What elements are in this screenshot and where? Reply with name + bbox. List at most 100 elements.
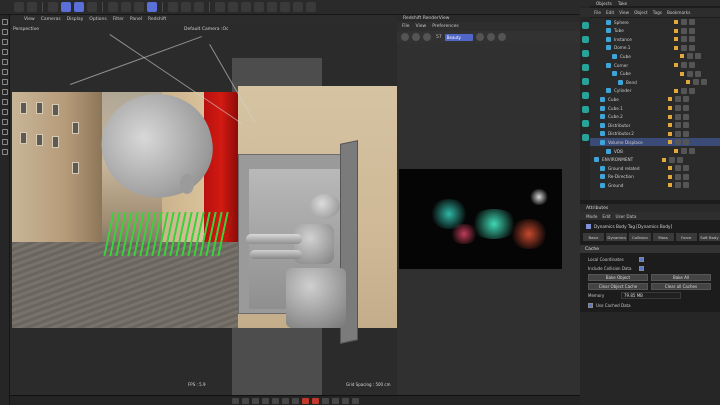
tag-icon[interactable]	[683, 165, 689, 172]
tag-icon[interactable]	[683, 96, 689, 103]
axis-mode-icon[interactable]	[1, 79, 8, 85]
tag-icon[interactable]	[675, 182, 681, 189]
move-tool-icon[interactable]	[61, 2, 71, 12]
magnet-icon[interactable]	[1, 149, 8, 155]
z-axis-icon[interactable]	[134, 2, 144, 12]
tag-icon[interactable]	[689, 148, 695, 154]
rotate-tool-icon[interactable]	[87, 2, 97, 12]
tag-icon[interactable]	[681, 19, 687, 25]
previous-frame-icon[interactable]	[251, 397, 259, 404]
object-row[interactable]: Bend	[590, 78, 720, 86]
tag-icon[interactable]	[681, 36, 687, 43]
rotation-key-icon[interactable]	[341, 397, 349, 404]
edges-mode-icon[interactable]	[1, 59, 8, 65]
record-icon[interactable]	[301, 397, 309, 404]
autokey-icon[interactable]	[311, 397, 319, 404]
layer-color-icon[interactable]	[674, 20, 678, 24]
tab-soft-body[interactable]: Soft Body	[698, 233, 720, 241]
tag-icon[interactable]	[681, 62, 687, 68]
object-row[interactable]: Tube	[590, 27, 720, 35]
floor-icon[interactable]	[280, 2, 290, 12]
object-row[interactable]: Distributor	[590, 121, 720, 129]
menu-display[interactable]: Display	[67, 17, 84, 22]
tag-icon[interactable]	[687, 53, 693, 60]
layer-color-icon[interactable]	[668, 114, 672, 119]
stop-render-icon[interactable]	[401, 33, 409, 41]
menu-filter[interactable]: Filter	[113, 17, 124, 22]
tag-icon[interactable]	[689, 36, 695, 43]
object-row[interactable]: Re-Direction	[590, 173, 720, 181]
tag-icon[interactable]	[681, 27, 687, 34]
render-view-icon[interactable]	[168, 2, 178, 12]
tag-icon[interactable]	[689, 62, 695, 68]
attr-menu-userdata[interactable]: User Data	[616, 214, 637, 219]
tab-dynamics[interactable]: Dynamics	[606, 233, 628, 241]
tab-force[interactable]: Force	[675, 233, 697, 241]
tag-icon[interactable]	[683, 139, 689, 146]
save-icon[interactable]	[486, 33, 495, 41]
object-row[interactable]: Sphere	[590, 18, 720, 26]
go-to-start-icon[interactable]	[231, 397, 239, 404]
use-cached-checkbox[interactable]	[588, 302, 593, 308]
polygons-mode-icon[interactable]	[1, 69, 8, 75]
tag-icon[interactable]	[683, 182, 689, 189]
object-row[interactable]: Cube.2	[590, 113, 720, 121]
layer-color-icon[interactable]	[674, 88, 678, 93]
tag-icon[interactable]	[683, 113, 689, 120]
tag-icon[interactable]	[581, 134, 589, 141]
tag-icon[interactable]	[681, 44, 687, 51]
layer-color-icon[interactable]	[668, 140, 672, 145]
volume-icon[interactable]	[581, 120, 589, 127]
tag-icon[interactable]	[701, 79, 707, 86]
next-key-icon[interactable]	[281, 397, 289, 404]
subdivision-icon[interactable]	[241, 2, 251, 12]
scale-key-icon[interactable]	[351, 397, 359, 404]
start-render-icon[interactable]	[412, 33, 420, 41]
tag-icon[interactable]	[681, 87, 687, 94]
layer-color-icon[interactable]	[668, 123, 672, 128]
snapshot-icon[interactable]	[475, 33, 484, 41]
lock-icon[interactable]	[497, 33, 506, 41]
tag-icon[interactable]	[689, 27, 695, 34]
bake-all-button[interactable]: Bake All	[651, 273, 711, 281]
tab-take[interactable]: Take	[618, 1, 627, 6]
om-menu-tags[interactable]: Tags	[653, 10, 662, 15]
scale-tool-icon[interactable]	[74, 2, 84, 12]
tab-mass[interactable]: Mass	[652, 233, 674, 241]
layer-color-icon[interactable]	[668, 183, 672, 188]
paint-icon[interactable]	[1, 119, 8, 125]
play-icon[interactable]	[261, 397, 269, 404]
layer-color-icon[interactable]	[680, 71, 684, 76]
tag-icon[interactable]	[675, 130, 681, 137]
light-icon[interactable]	[306, 2, 316, 12]
menu-view[interactable]: View	[24, 17, 35, 22]
layer-color-icon[interactable]	[668, 166, 672, 171]
tag-icon[interactable]	[695, 53, 701, 60]
tag-icon[interactable]	[683, 130, 689, 137]
om-menu-view[interactable]: View	[619, 10, 629, 15]
tag-icon[interactable]	[675, 113, 681, 120]
object-row[interactable]: Ground related	[590, 164, 720, 172]
tag-icon[interactable]	[689, 44, 695, 51]
object-row[interactable]: Cube	[590, 52, 720, 60]
menu-panel[interactable]: Panel	[130, 17, 142, 22]
render-settings-icon[interactable]	[194, 2, 204, 12]
texture-mode-icon[interactable]	[1, 39, 8, 45]
layer-color-icon[interactable]	[674, 45, 678, 50]
tag-icon[interactable]	[675, 122, 681, 129]
y-axis-icon[interactable]	[121, 2, 131, 12]
cloner-icon[interactable]	[254, 2, 264, 12]
cube-primitive-icon[interactable]	[581, 22, 589, 29]
om-menu-bookmarks[interactable]: Bookmarks	[667, 10, 690, 15]
tag-icon[interactable]	[689, 87, 695, 94]
null-object-icon[interactable]	[581, 64, 589, 71]
tag-icon[interactable]	[687, 70, 693, 77]
layer-color-icon[interactable]	[674, 63, 678, 67]
rv-menu-file[interactable]: File	[402, 24, 410, 29]
tag-icon[interactable]	[693, 79, 699, 86]
tab-collision[interactable]: Collision	[629, 233, 651, 241]
camera-icon[interactable]	[293, 2, 303, 12]
layer-color-icon[interactable]	[674, 149, 678, 153]
tag-icon[interactable]	[695, 70, 701, 77]
brush-icon[interactable]	[1, 139, 8, 145]
